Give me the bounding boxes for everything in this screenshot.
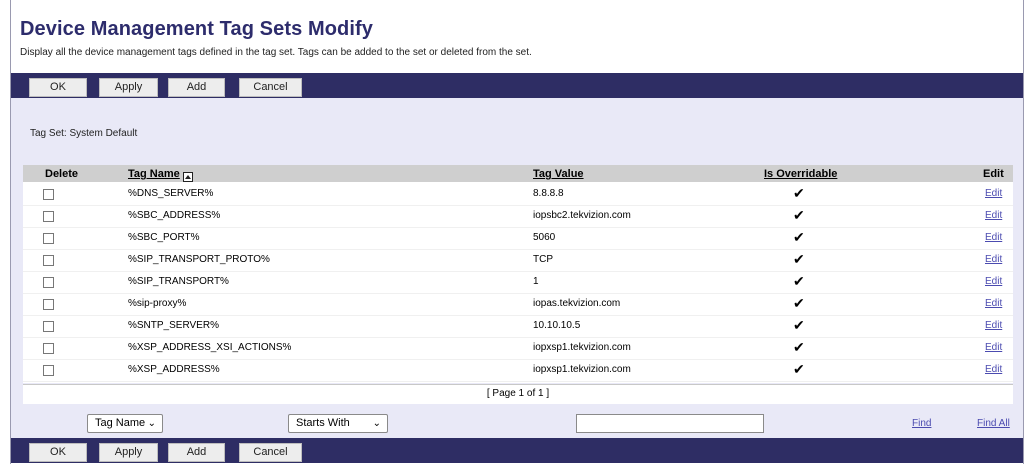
checkmark-icon: ✔ [793, 185, 805, 201]
edit-link[interactable]: Edit [985, 364, 1002, 375]
table-row: %SIP_TRANSPORT% 1 ✔ Edit [23, 272, 1013, 294]
edit-column-header: Edit [983, 168, 1004, 180]
tag-name-cell: %XSP_ADDRESS% [128, 364, 220, 375]
edit-link[interactable]: Edit [985, 298, 1002, 309]
tags-table: Delete Tag Name Tag Value Is Overridable… [23, 165, 1013, 383]
checkmark-icon: ✔ [793, 251, 805, 267]
tag-name-cell: %SNTP_SERVER% [128, 320, 219, 331]
checkmark-icon: ✔ [793, 273, 805, 289]
table-row: %SBC_ADDRESS% iopsbc2.tekvizion.com ✔ Ed… [23, 206, 1013, 228]
table-row: %sip-proxy% iopas.tekvizion.com ✔ Edit [23, 294, 1013, 316]
tag-value-cell: 10.10.10.5 [533, 320, 581, 331]
tag-value-cell: iopxsp1.tekvizion.com [533, 364, 631, 375]
tag-name-cell: %sip-proxy% [128, 298, 187, 309]
edit-link[interactable]: Edit [985, 210, 1002, 221]
delete-column-header: Delete [45, 168, 79, 180]
table-row: %DNS_SERVER% 8.8.8.8 ✔ Edit [23, 184, 1013, 206]
edit-link[interactable]: Edit [985, 254, 1002, 265]
checkmark-icon: ✔ [793, 295, 805, 311]
tag-value-cell: 1 [533, 276, 539, 287]
search-input[interactable] [576, 414, 764, 433]
search-mode-select-value: Starts With [296, 417, 350, 429]
is-overridable-column-header[interactable]: Is Overridable [764, 168, 837, 180]
search-mode-select[interactable]: Starts With ⌄ [288, 414, 388, 433]
tag-value-cell: iopxsp1.tekvizion.com [533, 342, 631, 353]
checkmark-icon: ✔ [793, 317, 805, 333]
edit-link[interactable]: Edit [985, 320, 1002, 331]
tag-value-cell: TCP [533, 254, 553, 265]
table-row: %XSP_ADDRESS_XSI_ACTIONS% iopxsp1.tekviz… [23, 338, 1013, 360]
table-row: %XSP_ADDRESS% iopxsp1.tekvizion.com ✔ Ed… [23, 360, 1013, 382]
tag-name-cell: %SIP_TRANSPORT% [128, 276, 229, 287]
top-toolbar: OK Apply Add Cancel [11, 73, 1023, 98]
search-field-select[interactable]: Tag Name ⌄ [87, 414, 163, 433]
delete-checkbox[interactable] [43, 189, 54, 200]
chevron-down-icon: ⌄ [147, 418, 156, 429]
edit-link[interactable]: Edit [985, 232, 1002, 243]
table-header: Delete Tag Name Tag Value Is Overridable… [23, 165, 1013, 183]
checkmark-icon: ✔ [793, 207, 805, 223]
ok-button[interactable]: OK [29, 443, 87, 462]
table-row: %SBC_PORT% 5060 ✔ Edit [23, 228, 1013, 250]
find-link[interactable]: Find [912, 418, 931, 429]
delete-checkbox[interactable] [43, 321, 54, 332]
search-bar: Tag Name ⌄ Starts With ⌄ Find Find All [11, 405, 1023, 438]
tag-value-column-header[interactable]: Tag Value [533, 168, 584, 180]
tag-name-cell: %SIP_TRANSPORT_PROTO% [128, 254, 270, 265]
tag-name-sort-link[interactable]: Tag Name [128, 168, 180, 180]
page-indicator: [ Page 1 of 1 ] [23, 384, 1013, 404]
edit-link[interactable]: Edit [985, 342, 1002, 353]
search-field-select-value: Tag Name [95, 417, 146, 429]
edit-link[interactable]: Edit [985, 276, 1002, 287]
table-row: %SIP_TRANSPORT_PROTO% TCP ✔ Edit [23, 250, 1013, 272]
tag-value-cell: iopas.tekvizion.com [533, 298, 621, 309]
apply-button[interactable]: Apply [99, 78, 158, 97]
tag-name-cell: %SBC_PORT% [128, 232, 200, 243]
tag-name-cell: %XSP_ADDRESS_XSI_ACTIONS% [128, 342, 292, 353]
tag-value-cell: 8.8.8.8 [533, 188, 564, 199]
delete-checkbox[interactable] [43, 299, 54, 310]
page-description: Display all the device management tags d… [20, 47, 532, 58]
table-row: %SNTP_SERVER% 10.10.10.5 ✔ Edit [23, 316, 1013, 338]
tag-name-cell: %SBC_ADDRESS% [128, 210, 221, 221]
checkmark-icon: ✔ [793, 339, 805, 355]
chevron-down-icon: ⌄ [372, 418, 381, 429]
tag-set-label: Tag Set: System Default [30, 128, 138, 139]
tag-value-cell: 5060 [533, 232, 556, 243]
tag-name-cell: %DNS_SERVER% [128, 188, 214, 199]
tag-value-cell: iopsbc2.tekvizion.com [533, 210, 631, 221]
delete-checkbox[interactable] [43, 255, 54, 266]
checkmark-icon: ✔ [793, 229, 805, 245]
delete-checkbox[interactable] [43, 233, 54, 244]
apply-button[interactable]: Apply [99, 443, 158, 462]
cancel-button[interactable]: Cancel [239, 443, 302, 462]
add-button[interactable]: Add [168, 78, 225, 97]
cancel-button[interactable]: Cancel [239, 78, 302, 97]
add-button[interactable]: Add [168, 443, 225, 462]
find-all-link[interactable]: Find All [977, 418, 1010, 429]
ok-button[interactable]: OK [29, 78, 87, 97]
delete-checkbox[interactable] [43, 211, 54, 222]
bottom-toolbar: OK Apply Add Cancel [11, 438, 1023, 463]
delete-checkbox[interactable] [43, 365, 54, 376]
edit-link[interactable]: Edit [985, 188, 1002, 199]
sort-ascending-icon[interactable] [182, 172, 193, 183]
checkmark-icon: ✔ [793, 361, 805, 377]
page-title: Device Management Tag Sets Modify [20, 18, 374, 40]
delete-checkbox[interactable] [43, 343, 54, 354]
delete-checkbox[interactable] [43, 277, 54, 288]
tag-name-column-header[interactable]: Tag Name [128, 168, 193, 183]
